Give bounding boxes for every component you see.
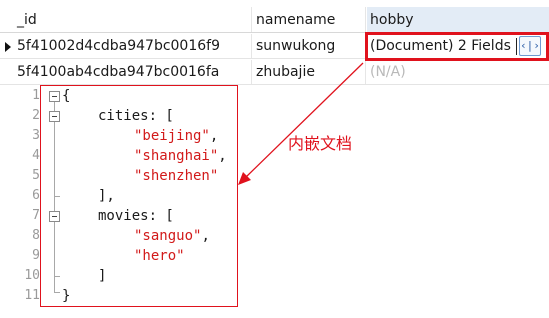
line-number: 4 (32, 148, 40, 163)
code-line: "shanghai", (134, 146, 227, 166)
cell-namename[interactable]: zhubajie (253, 60, 366, 84)
string-value: "shenzhen" (134, 168, 219, 184)
table-row[interactable]: 5f41002d4cdba947bc0016f9 sunwukong (Docu… (0, 34, 549, 59)
fold-end-marker (54, 196, 60, 197)
key-cities: cities: [ (98, 108, 174, 124)
line-number: 10 (24, 268, 40, 283)
fold-end-marker (54, 292, 60, 293)
column-header-namename[interactable]: namename (253, 7, 366, 32)
string-value: "hero" (134, 248, 185, 264)
code-line: movies: [ (98, 206, 174, 226)
comma: , (209, 128, 219, 144)
cell-id[interactable]: 5f4100ab4cdba947bc0016fa (14, 60, 252, 84)
code-line: { (62, 86, 70, 106)
text-caret (516, 38, 517, 55)
line-number: 1 (32, 88, 40, 103)
fold-end-marker (54, 276, 60, 277)
fold-guide (54, 102, 55, 292)
results-grid: _id namename hobby 5f41002d4cdba947bc001… (0, 0, 549, 86)
row-marker-cell (0, 34, 14, 58)
string-value: "sanguo" (134, 228, 202, 244)
line-number: 5 (32, 168, 40, 183)
key-movies: movies: [ (98, 208, 174, 224)
cell-id[interactable]: 5f41002d4cdba947bc0016f9 (14, 34, 252, 58)
line-number: 8 (32, 228, 40, 243)
code-line: ], (98, 186, 115, 206)
bracket-close: ] (98, 268, 107, 284)
code-line: "sanguo", (134, 226, 210, 246)
brace-open: { (62, 88, 71, 104)
brace-close: } (62, 288, 71, 304)
string-value: "shanghai" (134, 148, 219, 164)
code-line: "beijing", (134, 126, 218, 146)
comma: , (218, 148, 227, 164)
row-marker-cell (0, 60, 14, 84)
fold-minus-icon[interactable] (49, 111, 60, 122)
column-header-hobby[interactable]: hobby (367, 7, 549, 32)
code-line: "shenzhen" (134, 166, 218, 186)
grid-header: _id namename hobby (0, 7, 549, 33)
line-number: 2 (32, 108, 40, 123)
table-row[interactable]: 5f4100ab4cdba947bc0016fa zhubajie (N/A) (0, 60, 549, 85)
code-line: "hero" (134, 246, 185, 266)
column-header-id[interactable]: _id (14, 7, 252, 32)
line-number: 7 (32, 208, 40, 223)
line-number: 9 (32, 248, 40, 263)
bracket-close: ], (98, 188, 115, 204)
string-value: "beijing" (134, 128, 210, 144)
code-line: cities: [ (98, 106, 174, 126)
annotation-label: 内嵌文档 (288, 134, 353, 153)
document-editor[interactable]: 1 2 3 4 5 6 7 8 9 10 11 { cities: [ "bei… (0, 86, 549, 318)
cell-namename[interactable]: sunwukong (253, 34, 366, 58)
line-number: 3 (32, 128, 40, 143)
code-edit-icon[interactable]: ‹|› (519, 36, 541, 56)
comma: , (201, 228, 210, 244)
line-number: 11 (24, 288, 40, 303)
code-line: } (62, 286, 70, 306)
triangle-right-icon (5, 42, 11, 52)
fold-minus-icon[interactable] (49, 91, 60, 102)
cell-hobby[interactable]: (N/A) (367, 60, 549, 84)
fold-minus-icon[interactable] (49, 211, 60, 222)
code-line: ] (98, 266, 106, 286)
header-marker-cell (0, 7, 14, 32)
line-number: 6 (32, 188, 40, 203)
